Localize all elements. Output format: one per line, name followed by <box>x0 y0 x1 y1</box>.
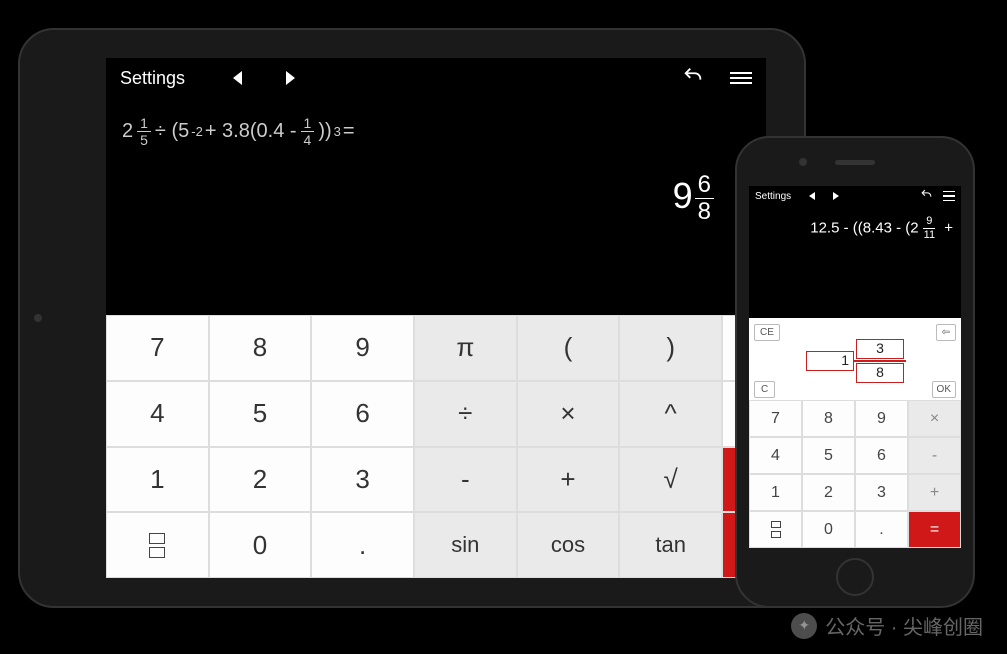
key-2[interactable]: 2 <box>209 447 312 513</box>
key-sin[interactable]: sin <box>414 512 517 578</box>
key-8[interactable]: 8 <box>802 400 855 437</box>
key-2[interactable]: 2 <box>802 474 855 511</box>
iphone-topbar: Settings <box>749 186 961 206</box>
key-6[interactable]: 6 <box>855 437 908 474</box>
iphone-device: Settings 12.5 - ((8.43 - (2 9 11 + CE ⇦ … <box>735 136 975 608</box>
key-1[interactable]: 1 <box>106 447 209 513</box>
key-subtract[interactable]: - <box>908 437 961 474</box>
fraction-input: 1 3 8 <box>806 339 904 383</box>
ipad-keypad: 7 8 9 π ( ) 4 5 6 ÷ × ^ 1 2 3 - + √ 0 . <box>106 315 766 578</box>
key-9[interactable]: 9 <box>855 400 908 437</box>
key-tan[interactable]: tan <box>619 512 722 578</box>
expr-whole: 2 <box>122 120 133 143</box>
key-multiply[interactable]: × <box>908 400 961 437</box>
expression-display: 2 1 5 ÷ (5-2 + 3.8(0.4 - 1 4 ))3 = <box>106 98 766 147</box>
key-multiply[interactable]: × <box>517 381 620 447</box>
key-subtract[interactable]: - <box>414 447 517 513</box>
denominator-input[interactable]: 8 <box>856 363 904 383</box>
menu-icon[interactable] <box>943 191 955 202</box>
ipad-device: Settings 2 1 5 ÷ (5-2 + 3.8(0.4 - <box>18 28 806 608</box>
whole-input[interactable]: 1 <box>806 351 854 371</box>
key-add[interactable]: + <box>517 447 620 513</box>
result-frac: 6 8 <box>695 173 714 224</box>
history-back-icon[interactable] <box>233 71 242 85</box>
fraction-icon <box>771 521 781 538</box>
fraction-bar <box>854 360 906 362</box>
wechat-icon: ✦ <box>791 613 817 639</box>
key-3[interactable]: 3 <box>311 447 414 513</box>
key-dot[interactable]: . <box>311 512 414 578</box>
key-lparen[interactable]: ( <box>517 315 620 381</box>
key-6[interactable]: 6 <box>311 381 414 447</box>
key-3[interactable]: 3 <box>855 474 908 511</box>
key-sqrt[interactable]: √ <box>619 447 722 513</box>
key-7[interactable]: 7 <box>749 400 802 437</box>
key-fraction[interactable] <box>749 511 802 548</box>
settings-button[interactable]: Settings <box>755 191 791 202</box>
expr-frac2: 1 4 <box>301 116 315 147</box>
key-9[interactable]: 9 <box>311 315 414 381</box>
history-forward-icon[interactable] <box>833 192 839 200</box>
key-pi[interactable]: π <box>414 315 517 381</box>
settings-button[interactable]: Settings <box>120 68 185 89</box>
key-equals[interactable]: = <box>908 511 961 548</box>
numerator-input[interactable]: 3 <box>856 339 904 359</box>
key-4[interactable]: 4 <box>106 381 209 447</box>
history-back-icon[interactable] <box>809 192 815 200</box>
key-dot[interactable]: . <box>855 511 908 548</box>
key-power[interactable]: ^ <box>619 381 722 447</box>
key-7[interactable]: 7 <box>106 315 209 381</box>
menu-icon[interactable] <box>730 72 752 84</box>
key-divide[interactable]: ÷ <box>414 381 517 447</box>
fraction-icon <box>149 533 165 558</box>
key-1[interactable]: 1 <box>749 474 802 511</box>
ok-button[interactable]: OK <box>932 381 956 398</box>
iphone-camera <box>799 158 807 166</box>
iphone-home-button[interactable] <box>836 558 874 596</box>
key-0[interactable]: 0 <box>802 511 855 548</box>
undo-icon[interactable] <box>682 65 704 92</box>
ipad-home-button[interactable] <box>34 314 42 322</box>
iphone-screen: Settings 12.5 - ((8.43 - (2 9 11 + CE ⇦ … <box>749 186 961 548</box>
key-4[interactable]: 4 <box>749 437 802 474</box>
expr-frac1: 1 5 <box>137 116 151 147</box>
expr-frac: 9 11 <box>921 216 938 241</box>
key-rparen[interactable]: ) <box>619 315 722 381</box>
backspace-button[interactable]: ⇦ <box>936 324 956 341</box>
iphone-expression-display: 12.5 - ((8.43 - (2 9 11 + <box>749 206 961 241</box>
nav-arrows <box>233 71 295 85</box>
key-5[interactable]: 5 <box>209 381 312 447</box>
fraction-input-panel: CE ⇦ C OK 1 3 8 <box>749 318 961 404</box>
ipad-screen: Settings 2 1 5 ÷ (5-2 + 3.8(0.4 - <box>106 58 766 578</box>
clear-button[interactable]: C <box>754 381 775 398</box>
key-8[interactable]: 8 <box>209 315 312 381</box>
clear-entry-button[interactable]: CE <box>754 324 780 341</box>
key-cos[interactable]: cos <box>517 512 620 578</box>
key-5[interactable]: 5 <box>802 437 855 474</box>
undo-icon[interactable] <box>920 188 933 204</box>
ipad-topbar: Settings <box>106 58 766 98</box>
key-add[interactable]: + <box>908 474 961 511</box>
iphone-speaker <box>835 160 875 165</box>
key-fraction[interactable] <box>106 512 209 578</box>
iphone-keypad: 7 8 9 × 4 5 6 - 1 2 3 + 0 . = <box>749 400 961 548</box>
key-0[interactable]: 0 <box>209 512 312 578</box>
history-forward-icon[interactable] <box>286 71 295 85</box>
result-display: 9 6 8 <box>106 147 766 224</box>
nav-arrows <box>809 192 839 200</box>
watermark: ✦ 公众号 · 尖峰创圈 <box>791 611 983 640</box>
